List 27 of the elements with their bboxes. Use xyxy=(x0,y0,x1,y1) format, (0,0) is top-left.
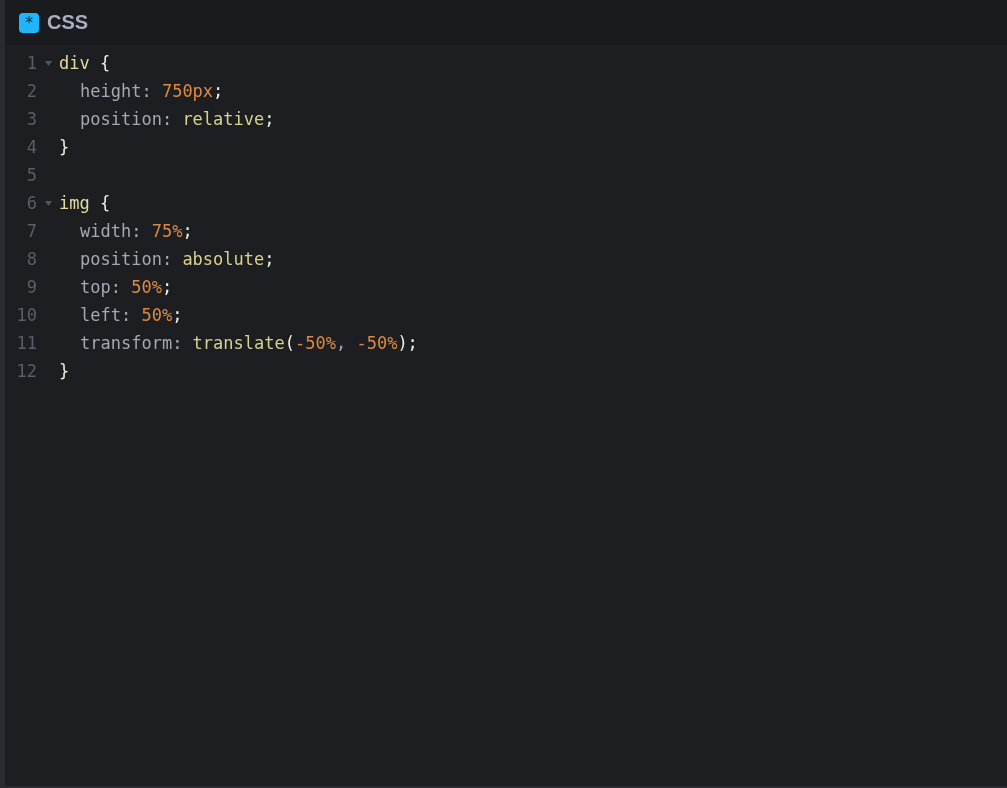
line-number: 11 xyxy=(15,333,37,353)
code-line: height: 750px; xyxy=(80,81,224,101)
editor-title: CSS xyxy=(47,11,89,34)
code-line: transform: translate(-50%, -50%); xyxy=(80,333,418,353)
line-number: 12 xyxy=(15,361,37,381)
line-number: 10 xyxy=(15,305,37,325)
line-number: 3 xyxy=(25,109,37,129)
code-line: left: 50%; xyxy=(80,305,183,325)
fold-caret-icon[interactable] xyxy=(44,60,52,66)
code-line: position: absolute; xyxy=(80,249,275,269)
line-number: 7 xyxy=(25,221,37,241)
line-number: 9 xyxy=(25,277,37,297)
line-number: 8 xyxy=(25,249,37,269)
line-number: 1 xyxy=(25,53,37,73)
code-line: img { xyxy=(59,193,111,213)
code-line: } xyxy=(59,361,70,381)
code-line: div { xyxy=(59,53,111,73)
line-number: 6 xyxy=(25,193,37,213)
code-line: } xyxy=(59,137,70,157)
code-line: position: relative; xyxy=(80,109,275,129)
line-number: 2 xyxy=(25,81,37,101)
fold-caret-icon[interactable] xyxy=(44,200,52,206)
css-logo-icon: * xyxy=(19,12,39,33)
code-line: top: 50%; xyxy=(80,277,173,297)
code-line: width: 75%; xyxy=(80,221,193,241)
line-number: 4 xyxy=(25,137,37,157)
line-number: 5 xyxy=(25,165,37,185)
